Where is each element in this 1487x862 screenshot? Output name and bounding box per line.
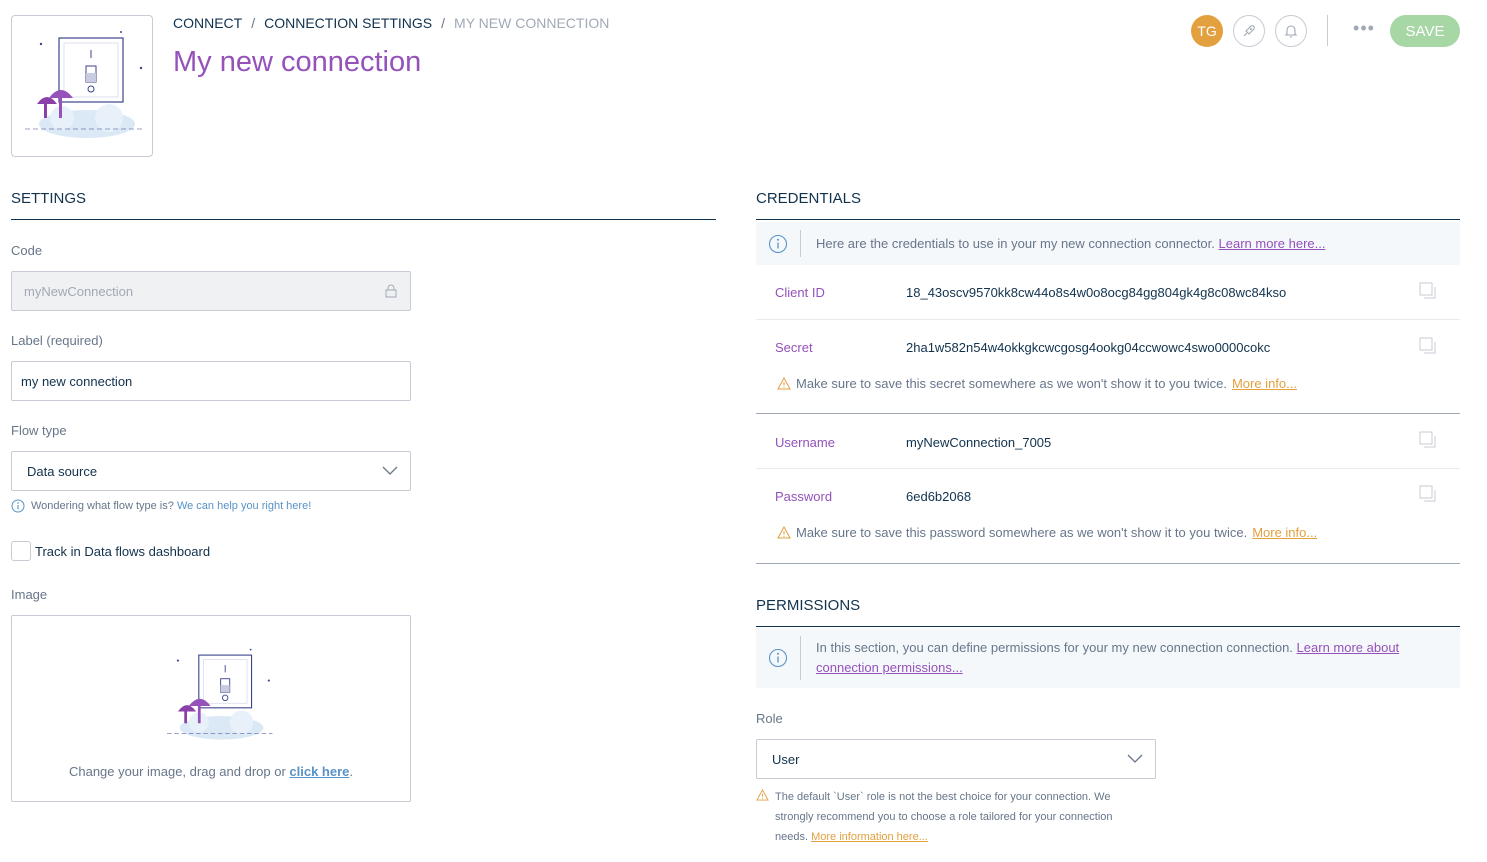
credentials-info-message: Here are the credentials to use in your …	[816, 235, 1215, 251]
chevron-down-icon	[1127, 754, 1143, 763]
role-warning: The default `User` role is not the best …	[756, 787, 1136, 847]
permissions-learn-more-link[interactable]: Learn more about	[1297, 640, 1400, 655]
breadcrumb-item-current: My new connection	[454, 15, 610, 31]
info-icon	[768, 234, 788, 253]
permissions-learn-more-link-continued[interactable]: connection permissions...	[816, 660, 963, 675]
password-more-info-link[interactable]: More info...	[1252, 525, 1317, 540]
bell-icon	[1284, 25, 1298, 38]
track-dashboard-checkbox[interactable]	[11, 541, 31, 561]
code-field[interactable]: myNewConnection	[11, 271, 411, 311]
image-caption-suffix: .	[349, 764, 354, 779]
flow-type-value: Data source	[27, 463, 98, 479]
image-label: Image	[11, 587, 48, 602]
credentials-info-box: Here are the credentials to use in your …	[756, 222, 1460, 265]
breadcrumb-item-connect[interactable]: Connect	[173, 15, 242, 31]
breadcrumb: Connect / Connection settings / My new conne…	[173, 15, 609, 31]
code-value: myNewConnection	[24, 283, 134, 299]
permissions-info-message: In this section, you can define permissi…	[816, 640, 1293, 655]
save-button[interactable]: Save	[1390, 15, 1460, 47]
rocket-button[interactable]	[1233, 15, 1265, 47]
header-divider	[1327, 15, 1328, 46]
secret-more-info-link[interactable]: More info...	[1232, 376, 1297, 391]
notifications-button[interactable]	[1275, 15, 1307, 47]
credentials-info-text: Here are the credentials to use in your …	[801, 234, 1325, 254]
flow-type-select[interactable]: Data source	[11, 451, 411, 491]
flow-type-label: Flow type	[11, 423, 67, 438]
client-id-row: Client ID 18_43oscv9570kk8cw44o8s4w0o8oc…	[756, 265, 1460, 320]
image-dropzone-caption: Change your image, drag and drop or clic…	[12, 764, 410, 779]
role-value: User	[772, 751, 800, 767]
label-field[interactable]: my new connection	[11, 361, 411, 401]
breadcrumb-separator: /	[251, 15, 256, 31]
role-select[interactable]: User	[756, 739, 1156, 779]
secret-label: Secret	[775, 340, 813, 355]
password-label: Password	[775, 489, 833, 504]
image-dropzone[interactable]: Change your image, drag and drop or clic…	[11, 615, 411, 802]
settings-section-title: Settings	[11, 190, 716, 220]
password-warning-text: Make sure to save this password somewher…	[796, 525, 1248, 540]
page-title: My new connection	[173, 46, 422, 78]
copy-icon[interactable]	[1418, 336, 1438, 356]
info-icon	[11, 499, 25, 513]
label-value: my new connection	[21, 373, 133, 389]
password-row: Password 6ed6b2068 Make sure to save thi…	[756, 469, 1460, 564]
copy-icon[interactable]	[1418, 281, 1438, 301]
username-label: Username	[775, 435, 835, 450]
client-id-value: 18_43oscv9570kk8cw44o8s4w0o8ocg84gg804gk…	[906, 285, 1287, 300]
track-dashboard-label: Track in Data flows dashboard	[35, 544, 211, 559]
secret-warning: Make sure to save this secret somewhere …	[777, 376, 1297, 391]
secret-value: 2ha1w582n54w4okkgkcwcgosg4ookg04ccwowc4s…	[906, 340, 1271, 355]
connection-illustration	[11, 15, 153, 157]
info-icon	[768, 648, 788, 668]
permissions-info-icon-wrap	[756, 636, 801, 680]
warning-icon	[777, 526, 791, 539]
credentials-section-title: Credentials	[756, 190, 1460, 220]
connection-image-preview-icon	[167, 648, 273, 740]
permissions-info-box: In this section, you can define permissi…	[756, 628, 1460, 688]
flow-type-helper-text: Wondering what flow type is?	[31, 500, 174, 512]
warning-icon	[756, 789, 769, 801]
password-warning: Make sure to save this password somewher…	[777, 525, 1317, 540]
username-row: Username myNewConnection_7005	[756, 414, 1460, 469]
permissions-section-title: Permissions	[756, 597, 1460, 627]
breadcrumb-item-connection-settings[interactable]: Connection settings	[264, 15, 432, 31]
role-label: Role	[756, 711, 783, 726]
user-avatar[interactable]: TG	[1191, 15, 1223, 47]
username-value: myNewConnection_7005	[906, 435, 1052, 450]
client-id-label: Client ID	[775, 285, 825, 300]
breadcrumb-separator: /	[441, 15, 446, 31]
password-value: 6ed6b2068	[906, 489, 972, 504]
flow-type-helper: Wondering what flow type is? We can help…	[11, 499, 311, 513]
rocket-icon	[1243, 25, 1255, 37]
secret-warning-text: Make sure to save this secret somewhere …	[796, 376, 1227, 391]
code-label: Code	[11, 243, 43, 258]
warning-icon	[777, 377, 791, 390]
illustration-connection-icon	[25, 31, 145, 138]
label-field-label: Label (required)	[11, 333, 103, 348]
lock-icon	[385, 284, 397, 298]
image-upload-link[interactable]: click here	[289, 764, 349, 779]
image-caption-text: Change your image, drag and drop or	[68, 764, 286, 779]
credentials-info-icon-wrap	[756, 230, 801, 257]
role-more-info-link[interactable]: More information here...	[811, 831, 928, 843]
copy-icon[interactable]	[1418, 430, 1438, 450]
chevron-down-icon	[382, 466, 398, 475]
secret-row: Secret 2ha1w582n54w4okkgkcwcgosg4ookg04c…	[756, 320, 1460, 414]
copy-icon[interactable]	[1418, 484, 1438, 504]
flow-type-help-link[interactable]: We can help you right here!	[177, 500, 311, 512]
permissions-info-text: In this section, you can define permissi…	[801, 638, 1399, 678]
credentials-learn-more-link[interactable]: Learn more here...	[1219, 236, 1326, 251]
more-icon[interactable]: •••	[1350, 19, 1378, 42]
